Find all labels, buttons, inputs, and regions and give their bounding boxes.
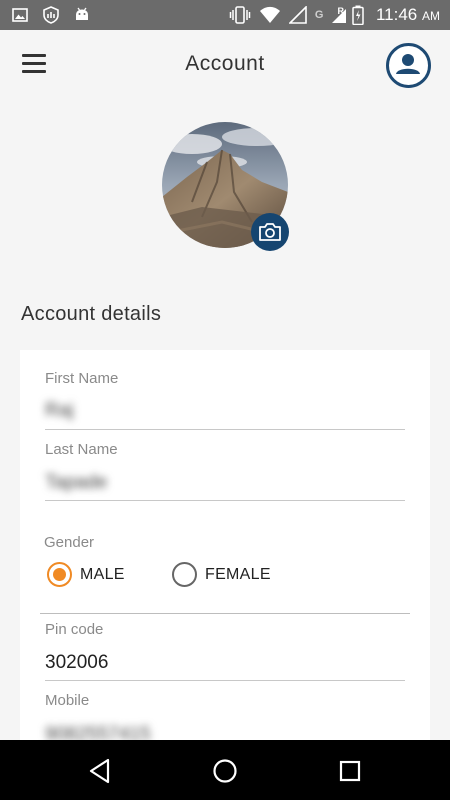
navigation-bar xyxy=(0,740,450,800)
network-type-label: G xyxy=(314,9,324,21)
page-title: Account xyxy=(185,52,265,75)
mobile-label: Mobile xyxy=(45,692,90,709)
first-name-field[interactable]: Raj xyxy=(45,400,74,422)
camera-icon xyxy=(259,223,281,241)
status-bar: G R 11:46 AM xyxy=(0,0,450,30)
pin-code-field[interactable]: 302006 xyxy=(45,652,108,674)
home-button[interactable] xyxy=(210,756,240,786)
profile-avatar xyxy=(162,122,289,251)
last-name-label: Last Name xyxy=(45,441,118,458)
gender-male-label: MALE xyxy=(80,565,125,583)
radio-unchecked-icon xyxy=(172,562,197,587)
shield-icon xyxy=(43,6,59,24)
vibrate-icon xyxy=(229,6,251,24)
last-name-field[interactable]: Tapade xyxy=(45,472,107,494)
section-title: Account details xyxy=(21,303,162,325)
recents-icon xyxy=(339,760,361,782)
system-icons: G R 11:46 AM xyxy=(229,4,440,26)
profile-icon[interactable] xyxy=(386,43,431,88)
home-icon xyxy=(213,759,237,783)
back-button[interactable] xyxy=(86,756,116,786)
change-photo-button[interactable] xyxy=(251,213,289,251)
gender-label: Gender xyxy=(44,534,95,551)
battery-icon xyxy=(352,5,364,25)
first-name-label: First Name xyxy=(45,370,119,387)
signal-icon xyxy=(288,6,307,24)
last-name-underline xyxy=(45,500,405,501)
divider xyxy=(40,613,410,614)
pin-code-underline xyxy=(45,680,405,681)
gender-female-radio[interactable]: FEMALE xyxy=(172,562,271,587)
android-icon xyxy=(76,7,88,20)
pin-code-label: Pin code xyxy=(45,621,104,638)
wifi-icon xyxy=(259,6,280,23)
account-details-card: First Name Raj Last Name Tapade Gender M… xyxy=(20,350,430,750)
app-bar: Account xyxy=(0,30,450,100)
radio-checked-icon xyxy=(47,562,72,587)
back-icon xyxy=(89,758,110,784)
gender-female-label: FEMALE xyxy=(205,565,271,583)
notification-icons xyxy=(12,6,90,24)
image-icon xyxy=(12,8,28,22)
recents-button[interactable] xyxy=(336,756,366,786)
roaming-label: R xyxy=(337,6,344,16)
gender-male-radio[interactable]: MALE xyxy=(47,562,125,587)
first-name-underline xyxy=(45,429,405,430)
clock: 11:46 AM xyxy=(375,5,440,24)
